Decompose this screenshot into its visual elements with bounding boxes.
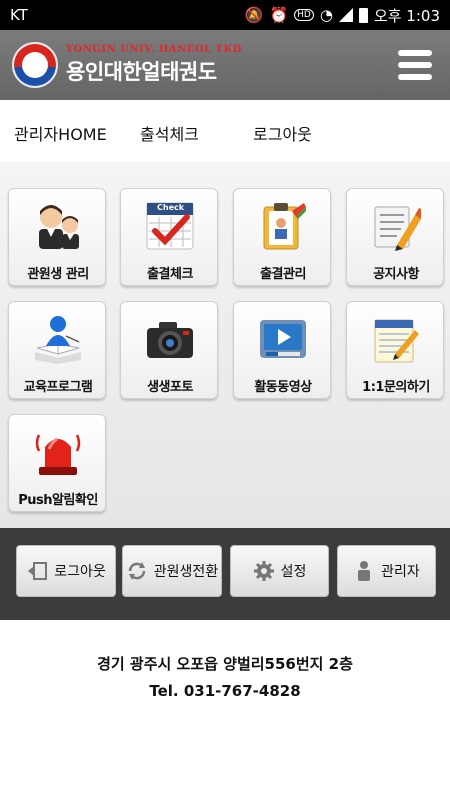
- logout-icon: [28, 562, 48, 580]
- menu-grid: 관원생 관리 Check 출결체크 출결관리 공지사항 교육프로그램 생생포토 …: [0, 162, 450, 528]
- tile-label: 출결관리: [260, 267, 306, 282]
- admin-user-icon: [358, 561, 371, 581]
- tile-label: 1:1문의하기: [362, 380, 430, 395]
- students-icon: [39, 205, 79, 249]
- admin-button[interactable]: 관리자: [337, 545, 436, 597]
- tile-photo[interactable]: 생생포토: [120, 301, 218, 399]
- notice-pencil-icon: [374, 206, 421, 251]
- hamburger-icon[interactable]: [398, 50, 432, 80]
- tile-education[interactable]: 교육프로그램: [8, 301, 106, 399]
- switch-student-button-label: 관원생전환: [153, 564, 219, 580]
- status-bar: KT 🔕 ⏰ HD ◔ 오후 1:03: [0, 0, 450, 30]
- logo: YONGIN UNIV. HANEOL TKD 용인대한얼태권도: [66, 44, 242, 86]
- tile-label: Push알림확인: [18, 493, 98, 508]
- video-icon: [260, 320, 306, 358]
- logout-button-label: 로그아웃: [54, 564, 106, 580]
- settings-button-label: 설정: [280, 564, 307, 580]
- carrier-label: KT: [10, 6, 28, 24]
- mute-icon: 🔕: [244, 6, 264, 24]
- hd-icon: HD: [294, 9, 314, 21]
- education-icon: [35, 316, 81, 364]
- alarm-icon: ⏰: [269, 6, 289, 24]
- check-badge: Check: [157, 203, 185, 212]
- tile-label: 생생포토: [147, 380, 193, 395]
- tile-label: 공지사항: [373, 267, 419, 282]
- top-nav: 관리자HOME 출석체크 로그아웃: [0, 100, 450, 162]
- admin-button-label: 관리자: [381, 564, 420, 580]
- tile-push[interactable]: Push알림확인: [8, 414, 106, 512]
- app-header: YONGIN UNIV. HANEOL TKD 용인대한얼태권도: [0, 30, 450, 100]
- tile-attendance-manage[interactable]: 출결관리: [233, 188, 331, 286]
- nav-admin-home[interactable]: 관리자HOME: [14, 121, 107, 145]
- tile-notice[interactable]: 공지사항: [346, 188, 444, 286]
- switch-student-button[interactable]: 관원생전환: [122, 545, 222, 597]
- footer: 경기 광주시 오포읍 양벌리556번지 2층 Tel. 031-767-4828: [0, 620, 450, 800]
- gear-icon: [253, 561, 274, 581]
- settings-button[interactable]: 설정: [230, 545, 329, 597]
- footer-address: 경기 광주시 오포읍 양벌리556번지 2층: [97, 655, 353, 673]
- tile-video[interactable]: 활동동영상: [233, 301, 331, 399]
- logout-button[interactable]: 로그아웃: [16, 545, 116, 597]
- footer-phone[interactable]: Tel. 031-767-4828: [0, 682, 450, 700]
- refresh-icon: [128, 562, 146, 580]
- logo-subtitle: YONGIN UNIV. HANEOL TKD: [66, 44, 242, 55]
- wifi-icon: ◔: [319, 6, 333, 24]
- notepad-pencil-icon: [374, 319, 419, 363]
- siren-icon: [35, 434, 81, 475]
- tile-students[interactable]: 관원생 관리: [8, 188, 106, 286]
- logo-title: 용인대한얼태권도: [66, 60, 217, 84]
- clipboard-icon: [263, 203, 306, 250]
- tile-label: 활동동영상: [254, 380, 312, 395]
- nav-attendance-check[interactable]: 출석체크: [140, 121, 199, 145]
- camera-icon: [147, 322, 193, 358]
- tile-attendance-check[interactable]: Check 출결체크: [120, 188, 218, 286]
- signal-icon: [338, 8, 353, 22]
- tile-label: 관원생 관리: [27, 267, 89, 282]
- bottom-toolbar: 로그아웃 관원생전환 설정 관리자: [0, 528, 450, 620]
- tile-inquiry[interactable]: 1:1문의하기: [346, 301, 444, 399]
- logo-emblem-icon: [12, 42, 58, 88]
- clock: 오후 1:03: [373, 6, 440, 25]
- battery-icon: [358, 7, 368, 23]
- tile-label: 교육프로그램: [23, 380, 93, 395]
- nav-logout[interactable]: 로그아웃: [253, 121, 312, 145]
- tile-label: 출결체크: [147, 267, 193, 282]
